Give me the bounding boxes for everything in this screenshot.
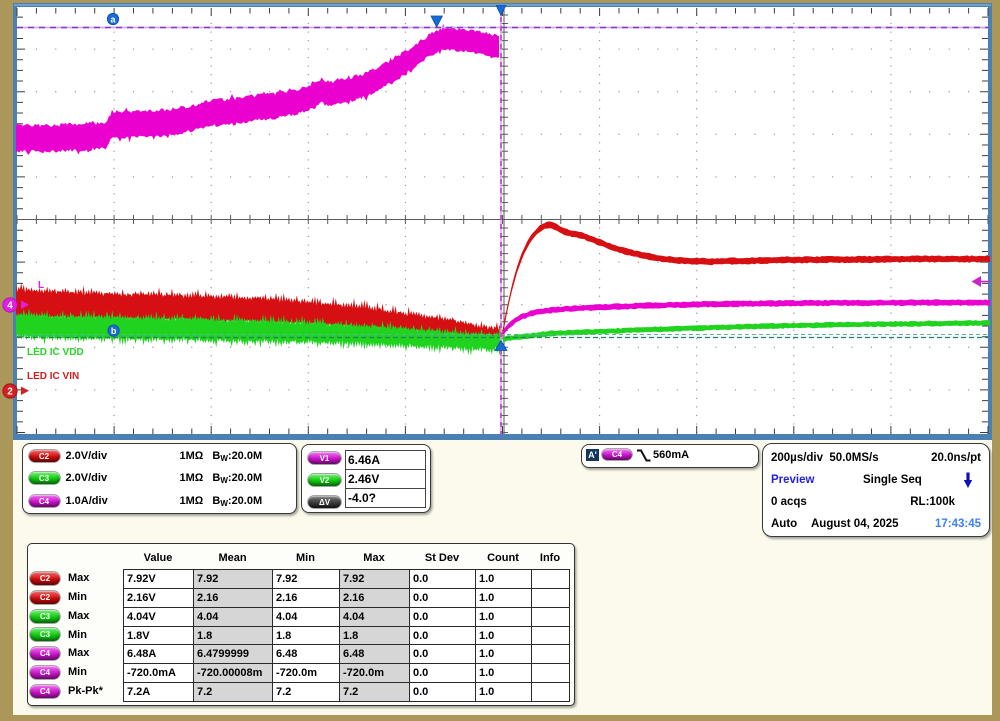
svg-text:4: 4 <box>7 301 13 312</box>
svg-text:L: L <box>38 280 44 291</box>
svg-text:LED IC VDD: LED IC VDD <box>27 347 84 358</box>
svg-text:b: b <box>111 326 117 336</box>
svg-text:2: 2 <box>7 387 13 398</box>
svg-text:LED IC VIN: LED IC VIN <box>27 371 79 382</box>
